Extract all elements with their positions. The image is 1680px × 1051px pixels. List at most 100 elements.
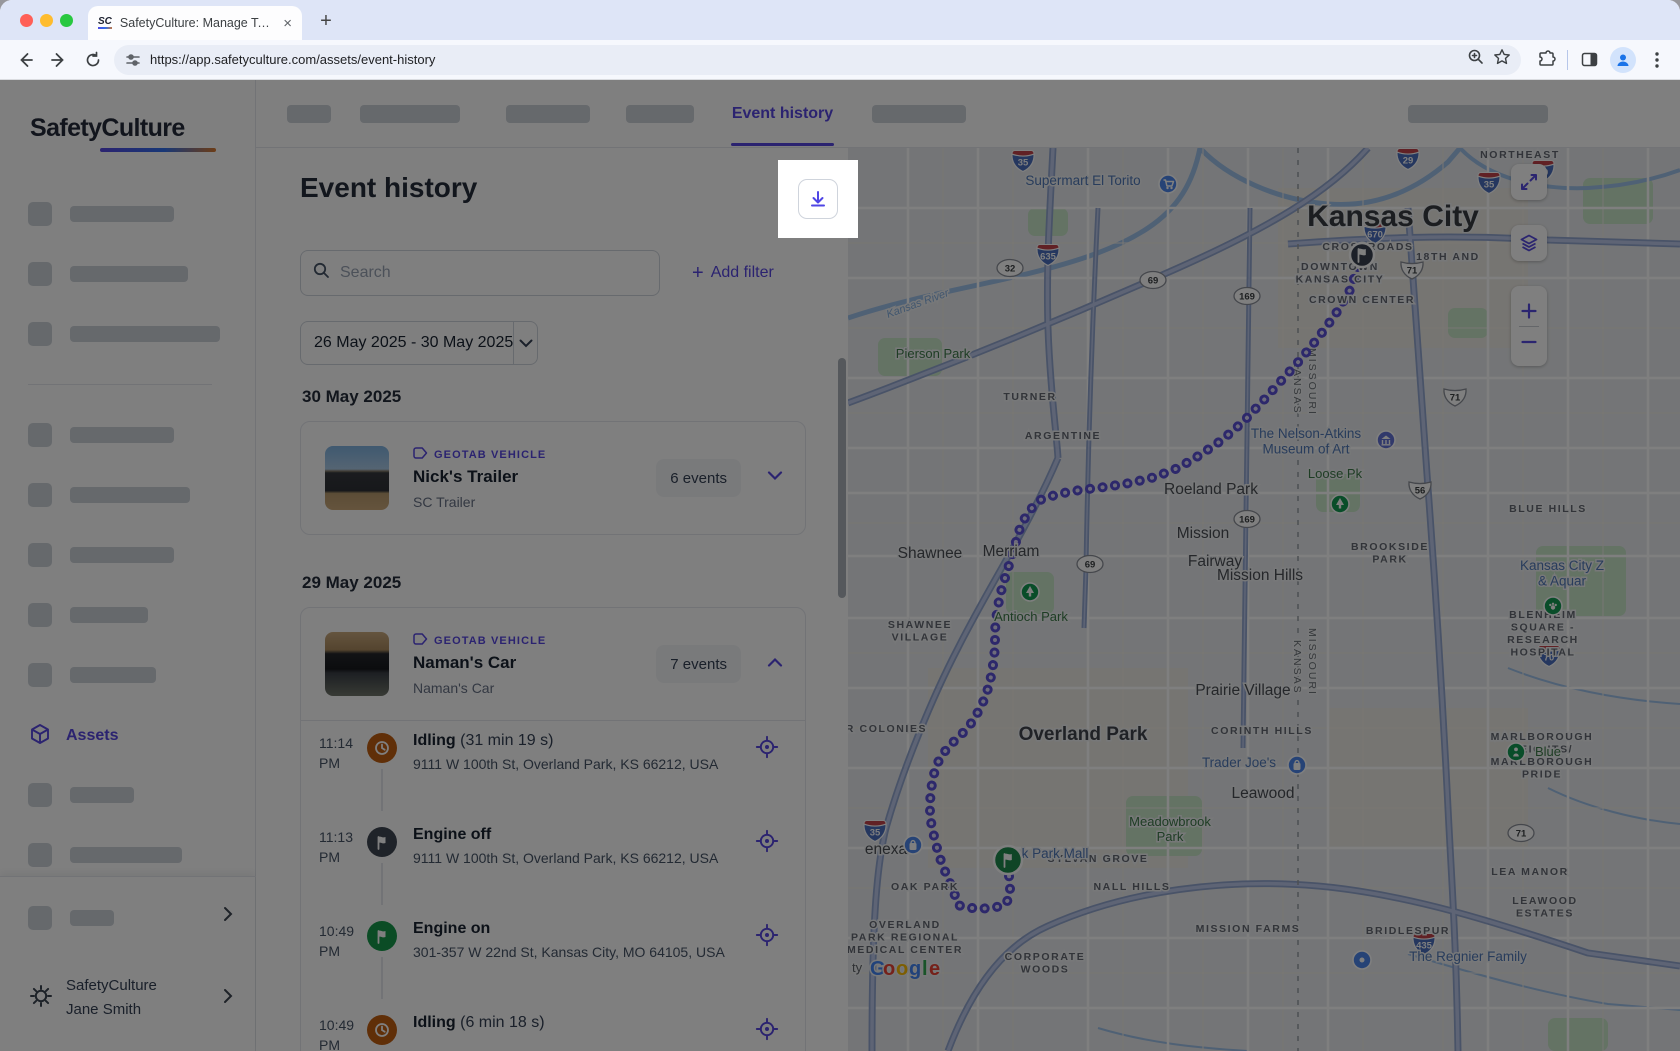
engine-off-icon xyxy=(367,827,397,857)
map-label: NALL HILLS xyxy=(1093,881,1170,893)
supermart-poi[interactable] xyxy=(1159,175,1177,193)
oak-park-mall-poi[interactable] xyxy=(904,836,922,854)
map-label: Museum of Art xyxy=(1262,442,1349,457)
app-header-tabs xyxy=(256,80,1680,148)
sidebar-item-skeleton xyxy=(70,266,188,282)
page-title: Event history xyxy=(300,172,477,204)
sidebar-item-skeleton xyxy=(70,427,174,443)
locate-on-map-icon[interactable] xyxy=(755,923,779,952)
close-window-button[interactable] xyxy=(20,14,33,27)
search-input[interactable] xyxy=(300,250,660,296)
date-range-select[interactable]: 26 May 2025 - 30 May 2025 xyxy=(300,321,538,365)
extensions-icon[interactable] xyxy=(1529,43,1563,77)
forward-icon[interactable] xyxy=(42,43,76,77)
add-filter-button[interactable]: + Add filter xyxy=(692,260,774,286)
locate-on-map-icon[interactable] xyxy=(755,1017,779,1046)
search-field[interactable] xyxy=(338,263,647,283)
locate-on-map-icon[interactable] xyxy=(755,829,779,858)
events-count-badge: 7 events xyxy=(656,645,741,683)
asset-event-card[interactable]: GEOTAB VEHICLENaman's CarNaman's Car7 ev… xyxy=(300,607,806,1051)
event-row[interactable]: 10:49PMEngine on301-357 W 22nd St, Kansa… xyxy=(301,909,805,1003)
browser-tab-strip: SC SafetyCulture: Manage Teams and... × … xyxy=(0,0,1680,40)
user-account-row[interactable]: SafetyCulture Jane Smith xyxy=(0,974,255,1022)
asset-card-header[interactable]: GEOTAB VEHICLENick's TrailerSC Trailer6 … xyxy=(301,422,805,534)
sidebar-item-skeleton xyxy=(28,906,52,930)
sidebar-item-assets[interactable]: Assets xyxy=(0,718,256,754)
map-label: MEDICAL CENTER xyxy=(848,944,963,956)
antioch-park-poi[interactable] xyxy=(1021,583,1039,601)
zoo-poi[interactable] xyxy=(1544,597,1562,615)
profile-avatar[interactable] xyxy=(1606,43,1640,77)
idling-icon xyxy=(367,733,397,763)
url-text[interactable]: https://app.safetyculture.com/assets/eve… xyxy=(150,52,1459,67)
zoom-in-button[interactable] xyxy=(1521,303,1537,319)
url-bar[interactable]: https://app.safetyculture.com/assets/eve… xyxy=(114,45,1521,75)
event-time-part: 11:14 xyxy=(319,733,365,753)
chevron-down-icon[interactable] xyxy=(513,322,537,364)
event-body: Idling (6 min 18 s) xyxy=(413,1014,745,1032)
panel-scrollbar[interactable] xyxy=(838,358,846,598)
chevron-down-icon[interactable] xyxy=(767,468,783,486)
regnier-poi[interactable] xyxy=(1353,951,1371,969)
close-tab-icon[interactable]: × xyxy=(283,16,292,31)
map-label: Antioch Park xyxy=(994,609,1068,624)
map-expand-button[interactable] xyxy=(1511,164,1547,200)
map-label: The Regnier Family xyxy=(1409,949,1527,964)
sidebar-item-skeleton xyxy=(28,322,52,346)
chevron-right-icon[interactable] xyxy=(223,906,233,927)
map-label: WOODS xyxy=(1021,964,1070,976)
browser-tab-title: SafetyCulture: Manage Teams and... xyxy=(120,16,275,30)
sidebar-item-skeleton xyxy=(70,547,174,563)
browser-menu-icon[interactable] xyxy=(1640,43,1674,77)
browser-tab[interactable]: SC SafetyCulture: Manage Teams and... × xyxy=(88,6,302,40)
new-tab-button[interactable]: + xyxy=(312,8,340,36)
download-events-button-highlighted[interactable] xyxy=(798,179,838,219)
nav-tab-skeleton xyxy=(872,105,966,123)
map-region[interactable]: MISSOURIMISSOURIKANSASKANSASKansas River… xyxy=(848,148,1680,1051)
event-row[interactable]: 11:14PMIdling (31 min 19 s)9111 W 100th … xyxy=(301,721,805,815)
zoom-out-button[interactable] xyxy=(1521,334,1537,350)
museum-poi[interactable] xyxy=(1377,431,1395,449)
reload-icon[interactable] xyxy=(76,43,110,77)
asset-type-badge: GEOTAB VEHICLE xyxy=(413,633,546,648)
asset-event-card[interactable]: GEOTAB VEHICLENick's TrailerSC Trailer6 … xyxy=(300,421,806,535)
svg-text:71: 71 xyxy=(1450,393,1461,404)
asset-card-header[interactable]: GEOTAB VEHICLENaman's CarNaman's Car7 ev… xyxy=(301,608,805,720)
event-time-part: 10:49 xyxy=(319,1015,365,1035)
map-layers-button[interactable] xyxy=(1511,225,1547,261)
tab-event-history[interactable]: Event history xyxy=(731,80,834,148)
map-label: Supermart El Torito xyxy=(1025,173,1140,188)
zoom-page-icon[interactable] xyxy=(1467,48,1485,71)
event-time-part: PM xyxy=(319,753,365,773)
map-label: Prairie Village xyxy=(1195,682,1290,699)
chevron-up-icon[interactable] xyxy=(767,654,783,672)
google-logo: l xyxy=(922,958,928,980)
blue-park-poi[interactable] xyxy=(1507,743,1525,761)
side-panel-icon[interactable] xyxy=(1572,43,1606,77)
nav-tab-skeleton xyxy=(626,105,694,123)
sidebar-item-skeleton xyxy=(28,543,52,567)
bookmark-star-icon[interactable] xyxy=(1493,48,1511,71)
event-time-part: PM xyxy=(319,941,365,961)
sidebar-divider xyxy=(28,384,212,385)
map-label: OAK PARK xyxy=(891,881,959,893)
map-label: Roeland Park xyxy=(1164,481,1258,498)
event-body: Engine on301-357 W 22nd St, Kansas City,… xyxy=(413,920,745,960)
event-row[interactable]: 11:13PMEngine off9111 W 100th St, Overla… xyxy=(301,815,805,909)
map-label: KANSAS CITY xyxy=(1296,274,1385,286)
event-connector xyxy=(381,863,383,905)
event-row[interactable]: 10:49PMIdling (6 min 18 s) xyxy=(301,1003,805,1051)
trader-joes-poi[interactable] xyxy=(1288,756,1306,774)
google-logo: g xyxy=(909,958,921,980)
chevron-right-icon[interactable] xyxy=(223,988,233,1009)
minimize-window-button[interactable] xyxy=(40,14,53,27)
zoom-window-button[interactable] xyxy=(60,14,73,27)
locate-on-map-icon[interactable] xyxy=(755,735,779,764)
svg-text:71: 71 xyxy=(1516,829,1527,840)
loose-park-poi[interactable] xyxy=(1331,495,1349,513)
date-range-value: 26 May 2025 - 30 May 2025 xyxy=(301,322,513,364)
user-org: SafetyCulture xyxy=(66,974,157,998)
back-icon[interactable] xyxy=(8,43,42,77)
svg-text:69: 69 xyxy=(1085,560,1096,571)
map-label: ARGENTINE xyxy=(1025,430,1101,442)
